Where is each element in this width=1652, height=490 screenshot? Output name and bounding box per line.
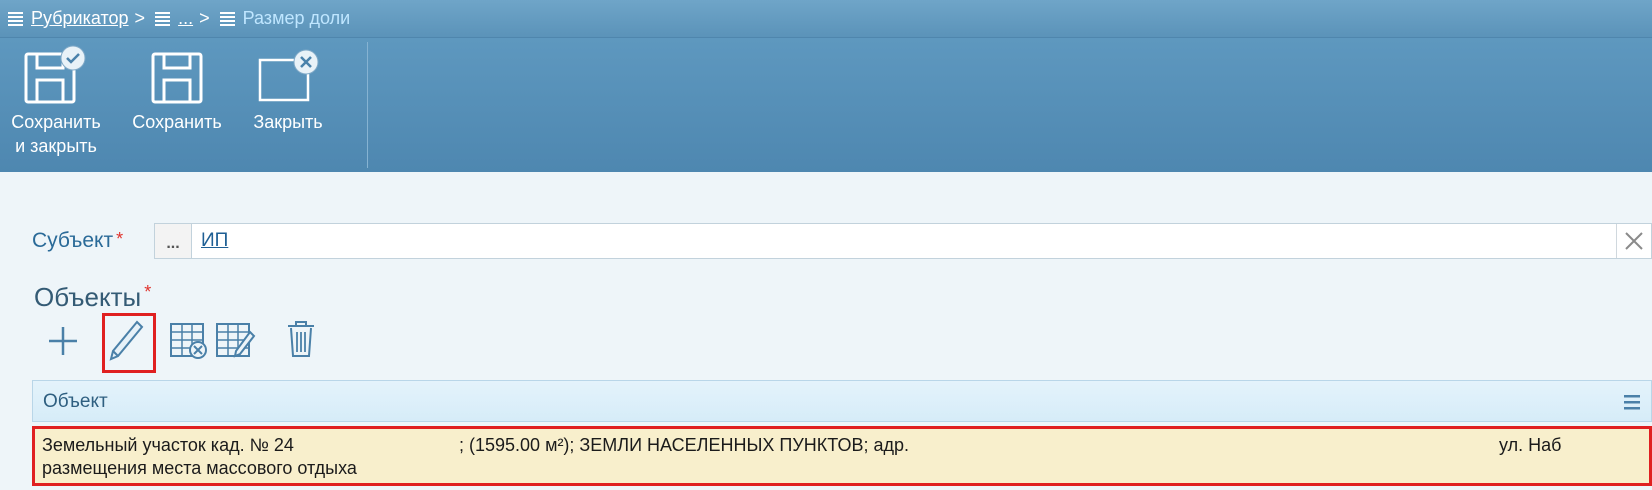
toolbar: Сохранить и закрыть Сохранить Закрыть [0,38,1652,172]
subject-field[interactable]: ... ИП [154,223,1652,259]
required-mark: * [144,282,152,302]
edit-button-highlight [102,313,156,373]
save-button[interactable]: Сохранить [127,44,227,134]
grid-edit-icon[interactable] [214,318,258,362]
column-header-object[interactable]: Объект [43,391,108,413]
close-window-icon [258,49,319,102]
subject-value-link[interactable]: ИП [201,230,228,252]
row-text-part3: ул. Наб [1499,435,1562,455]
objects-title-text: Объекты [34,282,142,312]
save-icon [151,52,203,104]
row-text-line2: размещения места массового отдыха [42,458,357,478]
close-button[interactable]: Закрыть [238,44,338,134]
save-and-close-label-line1: Сохранить [11,112,101,132]
objects-title: Объекты * [34,282,151,313]
breadcrumb-separator: > [134,8,146,28]
subject-label: Субъект * [32,229,123,253]
save-label: Сохранить [132,112,222,132]
row-text-part1: Земельный участок кад. № 24 [42,435,294,455]
breadcrumb-root-link[interactable]: Рубрикатор [31,8,129,29]
breadcrumb-middle-link[interactable]: ... [178,8,193,29]
close-label: Закрыть [253,112,323,132]
save-check-icon [24,45,86,104]
list-icon [155,11,171,26]
breadcrumb-separator: > [199,8,210,28]
toolbar-divider [367,42,368,168]
clear-button[interactable] [1616,224,1651,258]
save-and-close-button[interactable]: Сохранить и закрыть [6,44,106,158]
breadcrumb: Рубрикатор > ... > Размер доли [0,0,1652,38]
save-and-close-label-line2: и закрыть [15,136,97,156]
list-icon [8,11,23,26]
table-row[interactable]: Земельный участок кад. № 24 ; (1595.00 м… [32,426,1652,486]
row-text-part2: ; (1595.00 м²); ЗЕМЛИ НАСЕЛЕННЫХ ПУНКТОВ… [459,435,909,455]
subject-select-button[interactable]: ... [155,224,192,258]
menu-icon[interactable] [1623,393,1641,411]
plus-icon[interactable] [46,324,80,358]
subject-label-text: Субъект [32,229,114,252]
list-icon [219,11,235,26]
trash-icon[interactable] [284,318,318,360]
breadcrumb-current: Размер доли [242,8,351,28]
close-icon [1625,232,1643,250]
required-mark: * [116,229,124,249]
grid-delete-icon[interactable] [168,318,212,362]
grid-header: Объект [32,380,1652,422]
